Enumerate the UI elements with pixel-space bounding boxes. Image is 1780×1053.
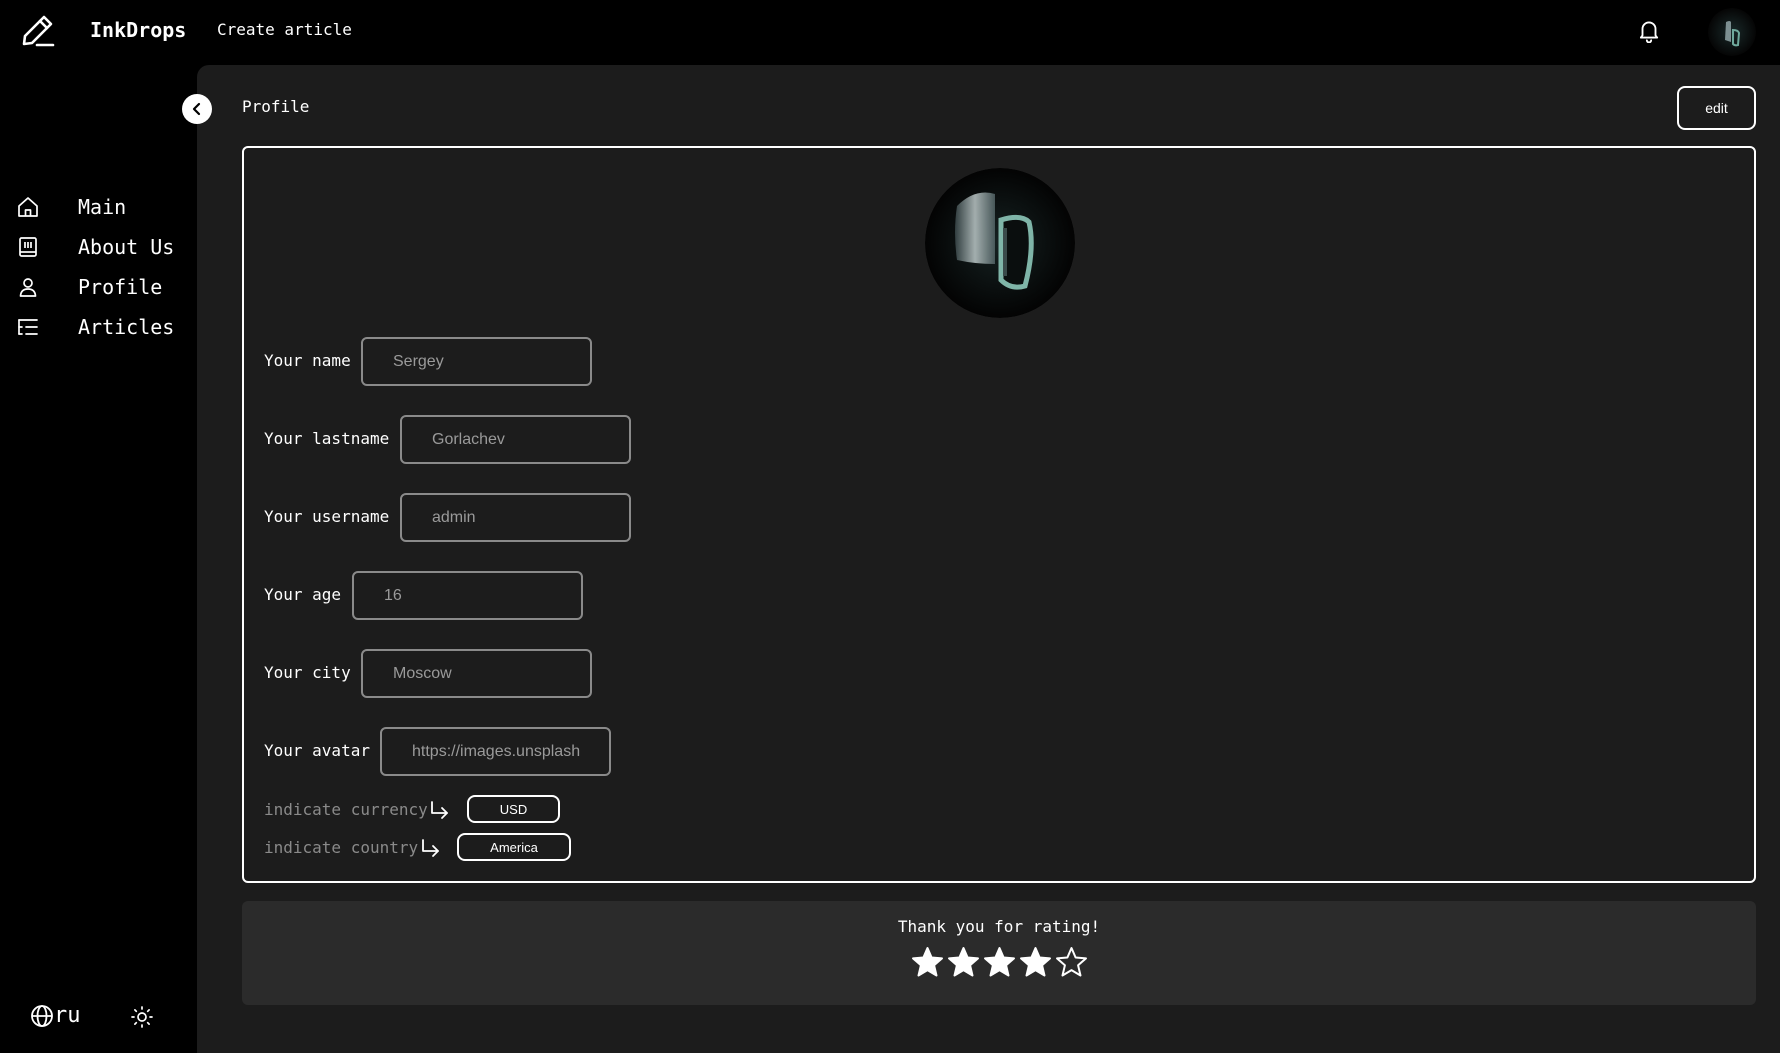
country-select[interactable]: America [457,833,571,861]
sidebar-item-main[interactable]: Main [16,192,126,222]
name-input[interactable] [361,337,592,386]
lastname-input[interactable] [400,415,631,464]
home-icon [18,197,38,217]
star-filled-icon[interactable] [947,946,980,979]
country-label: indicate country [264,838,419,857]
sidebar-item-label: About Us [78,235,175,259]
user-avatar[interactable] [1708,8,1756,56]
avatar-url-input[interactable] [380,727,611,776]
sidebar-item-articles[interactable]: Articles [16,312,174,342]
city-label: Your city [264,663,351,682]
sidebar-item-label: Main [78,195,127,219]
pen-logo-icon[interactable] [20,12,56,48]
username-label: Your username [264,507,390,526]
lastname-label: Your lastname [264,429,390,448]
about-icon [19,237,37,257]
brand-name[interactable]: InkDrops [90,18,186,42]
page-title: Profile [242,97,310,116]
star-rating [911,946,1088,979]
profile-avatar [925,168,1075,318]
sun-icon[interactable] [130,1005,154,1029]
star-filled-icon[interactable] [983,946,1016,979]
edit-button[interactable]: edit [1677,86,1756,130]
create-article-link[interactable]: Create article [217,20,352,39]
age-label: Your age [264,585,342,604]
arrow-down-right-icon [431,801,448,819]
currency-label: indicate currency [264,800,428,819]
top-bar: InkDrops Create article [0,0,1780,65]
star-filled-icon[interactable] [911,946,944,979]
user-icon [19,278,37,297]
chevron-left-icon [192,102,201,116]
currency-select[interactable]: USD [467,795,560,823]
star-filled-icon[interactable] [1019,946,1052,979]
sidebar-item-label: Articles [78,315,175,339]
avatar-label: Your avatar [264,741,370,760]
sidebar-item-about[interactable]: About Us [16,232,174,262]
language-label: ru [54,1003,81,1028]
name-label: Your name [264,351,351,370]
star-empty-icon[interactable] [1055,946,1088,979]
language-switcher[interactable]: ru [30,1003,81,1028]
sidebar-item-label: Profile [78,275,163,299]
age-input[interactable] [352,571,583,620]
arrow-down-right-icon [422,839,439,857]
username-input[interactable] [400,493,631,542]
bell-icon[interactable] [1636,17,1662,43]
sidebar-item-profile[interactable]: Profile [16,272,162,302]
globe-icon [31,1004,53,1027]
list-icon [18,319,38,335]
city-input[interactable] [361,649,592,698]
rating-message: Thank you for rating! [897,917,1101,936]
collapse-sidebar-button[interactable] [182,94,212,124]
